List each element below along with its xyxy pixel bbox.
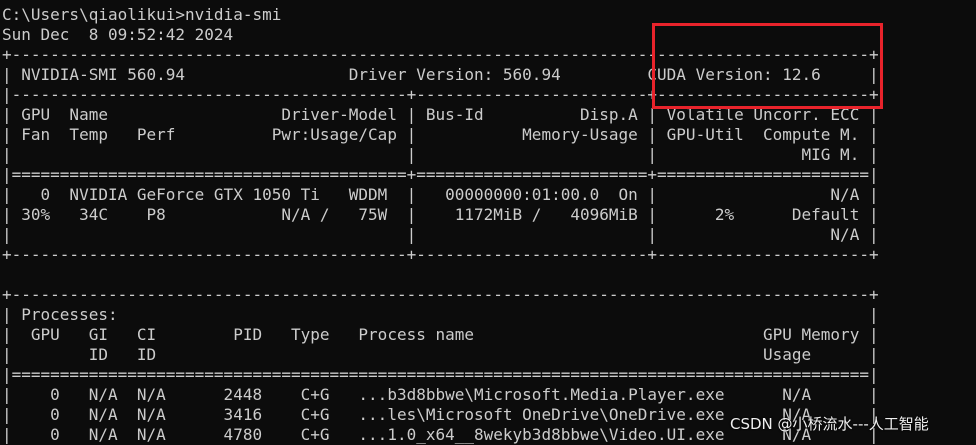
terminal-line: +---------------------------------------… bbox=[2, 245, 879, 264]
terminal-line: | Processes: | bbox=[2, 305, 879, 324]
terminal-line: |=======================================… bbox=[2, 165, 879, 184]
terminal-line: |---------------------------------------… bbox=[2, 85, 879, 104]
terminal-line: | Fan Temp Perf Pwr:Usage/Cap | Memory-U… bbox=[2, 125, 879, 144]
terminal-line: | 30% 34C P8 N/A / 75W | 1172MiB / 4096M… bbox=[2, 205, 879, 224]
terminal-line: |=======================================… bbox=[2, 365, 879, 384]
watermark: CSDN @小桥流水---人工智能 bbox=[730, 415, 929, 433]
terminal-line: | GPU Name Driver-Model | Bus-Id Disp.A … bbox=[2, 105, 879, 124]
terminal-line: | | | MIG M. | bbox=[2, 145, 879, 164]
terminal-line: +---------------------------------------… bbox=[2, 285, 879, 304]
terminal-line: | | | N/A | bbox=[2, 225, 879, 244]
terminal-line: Sun Dec 8 09:52:42 2024 bbox=[2, 25, 234, 44]
terminal-output: C:\Users\qiaolikui>nvidia-smi Sun Dec 8 … bbox=[2, 5, 879, 445]
terminal-line: +---------------------------------------… bbox=[2, 45, 879, 64]
terminal-line: | GPU GI CI PID Type Process name GPU Me… bbox=[2, 325, 879, 344]
terminal-line: C:\Users\qiaolikui>nvidia-smi bbox=[2, 5, 282, 24]
terminal-line: | 0 NVIDIA GeForce GTX 1050 Ti WDDM | 00… bbox=[2, 185, 879, 204]
terminal-line: | NVIDIA-SMI 560.94 Driver Version: 560.… bbox=[2, 65, 879, 84]
terminal-line: | 0 N/A N/A 2448 C+G ...b3d8bbwe\Microso… bbox=[2, 385, 879, 404]
terminal-line: | ID ID Usage | bbox=[2, 345, 879, 364]
